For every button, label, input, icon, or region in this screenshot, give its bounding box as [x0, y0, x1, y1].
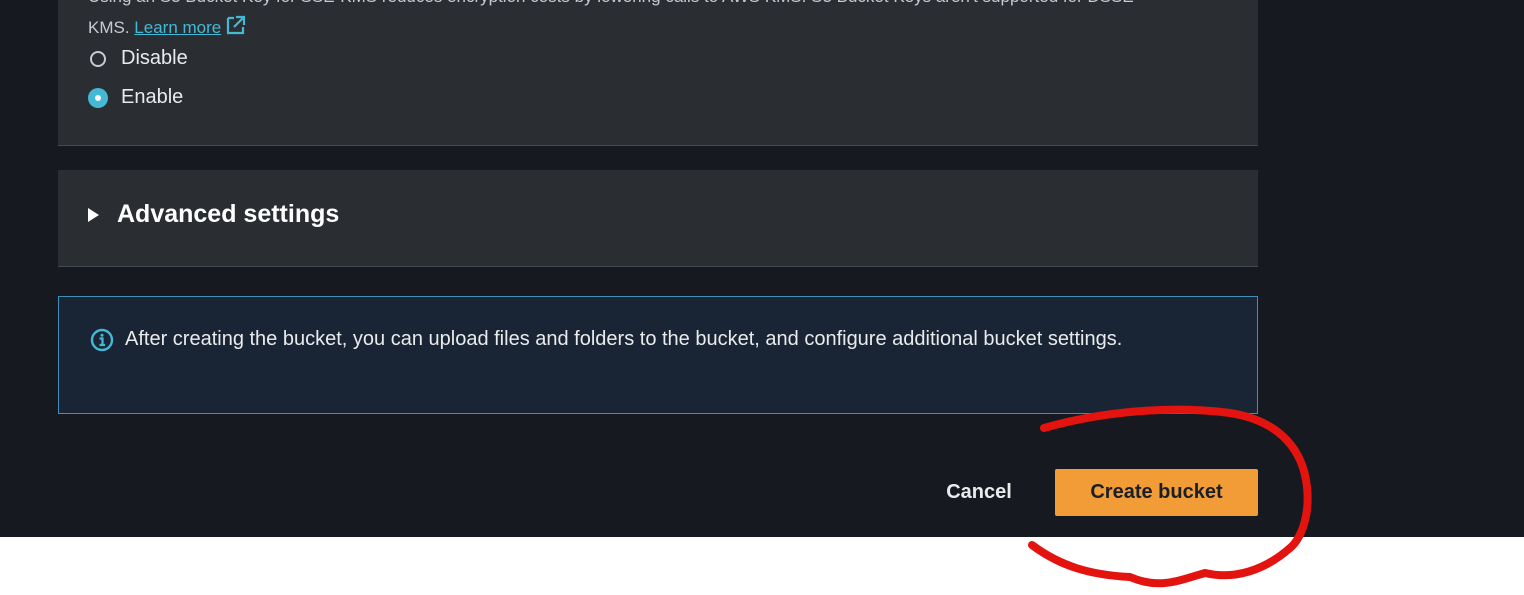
advanced-settings-panel: Advanced settings [58, 170, 1258, 266]
radio-option-enable[interactable]: Enable [88, 86, 183, 109]
learn-more-link[interactable]: Learn more [134, 18, 221, 37]
bucket-key-panel: Using an S3 Bucket Key for SSE-KMS reduc… [58, 0, 1258, 145]
caret-right-icon [88, 207, 99, 222]
info-icon [90, 328, 114, 357]
advanced-settings-toggle[interactable]: Advanced settings [88, 200, 339, 229]
radio-wrapper [88, 49, 108, 69]
bucket-key-description-end: KMS. Learn more [88, 14, 247, 42]
radio-wrapper [88, 87, 108, 108]
screen: Using an S3 Bucket Key for SSE-KMS reduc… [0, 0, 1524, 537]
info-message: After creating the bucket, you can uploa… [125, 328, 1123, 350]
external-link-icon[interactable] [225, 14, 247, 42]
description-end-text: KMS. [88, 18, 130, 37]
bucket-key-description: Using an S3 Bucket Key for SSE-KMS reduc… [88, 0, 1139, 8]
radio-button-disable[interactable] [90, 50, 106, 67]
advanced-settings-title: Advanced settings [117, 200, 340, 228]
create-bucket-button[interactable]: Create bucket [1055, 469, 1258, 516]
cancel-button[interactable]: Cancel [930, 470, 1028, 514]
radio-label-enable: Enable [121, 86, 184, 108]
radio-label-disable: Disable [121, 47, 188, 69]
info-alert: After creating the bucket, you can uploa… [58, 296, 1258, 414]
radio-option-disable[interactable]: Disable [88, 47, 188, 70]
radio-button-enable[interactable] [88, 87, 108, 108]
